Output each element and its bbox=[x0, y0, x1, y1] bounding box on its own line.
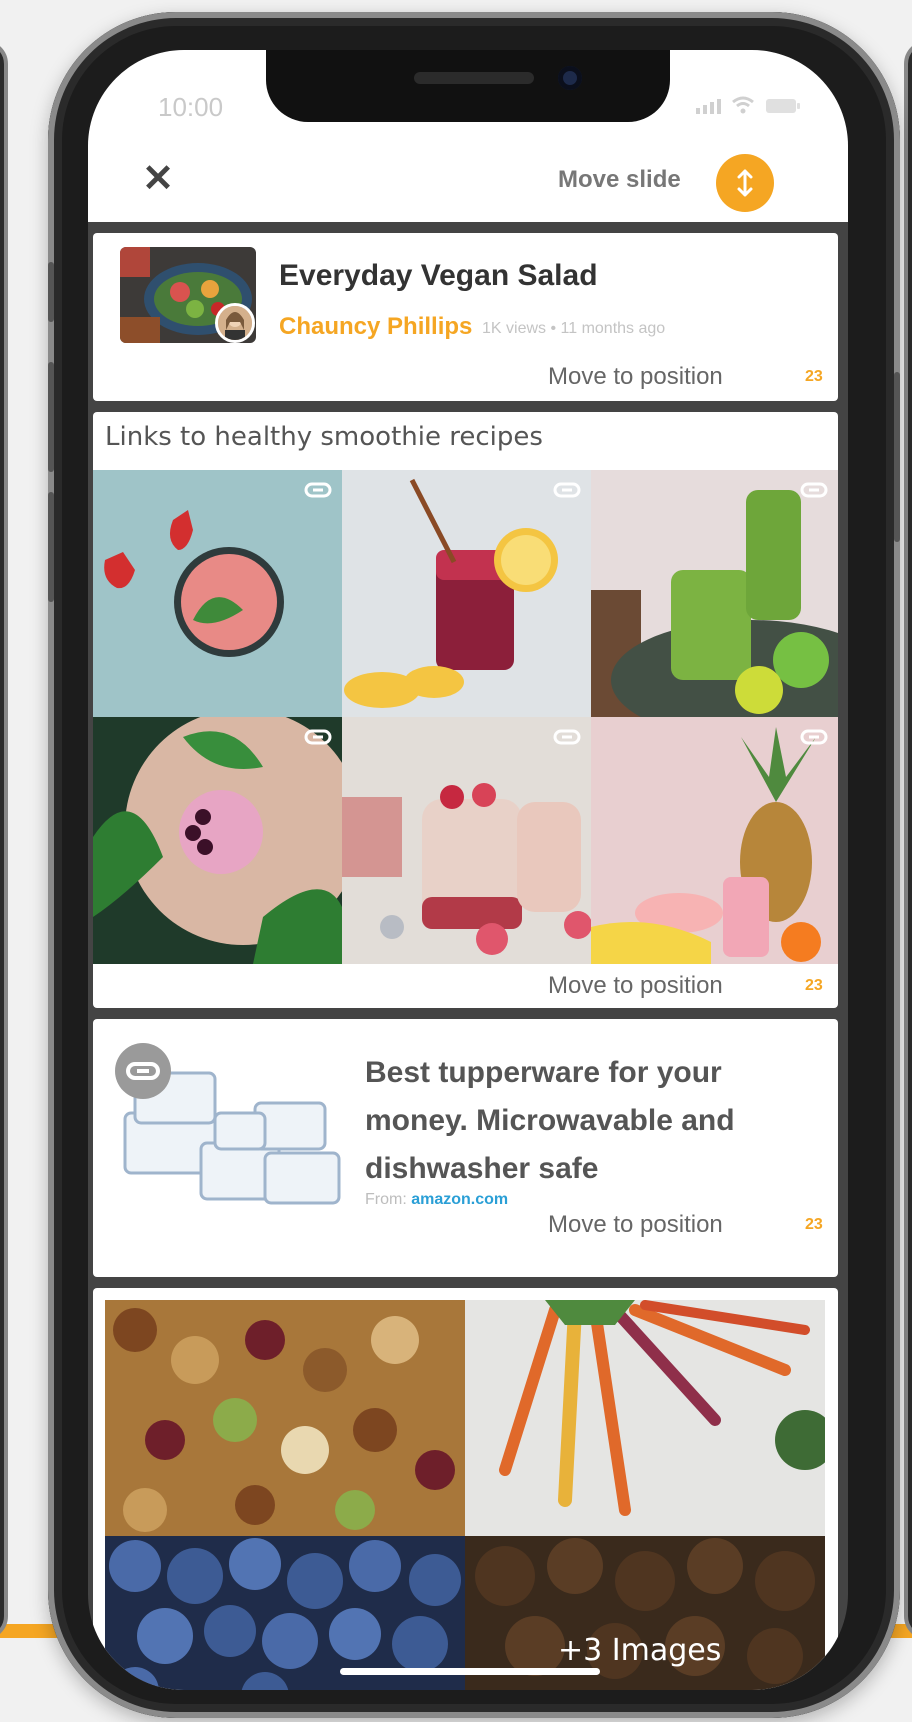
adjacent-phone-left bbox=[0, 40, 8, 1640]
link-source: From: amazon.com bbox=[365, 1191, 508, 1209]
move-slide-label[interactable]: Move slide bbox=[558, 166, 681, 194]
link-icon bbox=[800, 482, 828, 498]
smoothie-image-tile[interactable] bbox=[342, 717, 591, 964]
video-title[interactable]: Everyday Vegan Salad bbox=[279, 259, 598, 293]
nuts-image[interactable] bbox=[105, 1300, 465, 1536]
smoothie-image-tile[interactable] bbox=[93, 717, 342, 964]
signal-icon bbox=[696, 99, 721, 114]
link-icon bbox=[304, 482, 332, 498]
phone-power-button bbox=[894, 372, 900, 542]
link-icon bbox=[553, 482, 581, 498]
front-camera bbox=[558, 66, 582, 90]
position-number[interactable]: 23 bbox=[805, 977, 823, 995]
avatar bbox=[215, 303, 255, 343]
wifi-icon bbox=[732, 96, 754, 114]
close-icon: ✕ bbox=[142, 157, 174, 200]
vertical-move-icon bbox=[737, 169, 753, 197]
smoothie-image-tile[interactable] bbox=[342, 470, 591, 717]
more-images-label[interactable]: +3 Images bbox=[558, 1633, 721, 1668]
app-header: ✕ Move slide bbox=[88, 130, 848, 222]
move-to-position-label[interactable]: Move to position bbox=[548, 1211, 723, 1239]
smoothie-image-tile[interactable] bbox=[93, 470, 342, 717]
channel-name[interactable]: Chauncy Phillips bbox=[279, 313, 472, 341]
move-to-position-label[interactable]: Move to position bbox=[548, 363, 723, 391]
adjacent-phone-right bbox=[904, 40, 912, 1640]
phone-screen: 10:00 ✕ Move slide Everyday Vegan Salad … bbox=[88, 50, 848, 1690]
link-icon bbox=[304, 729, 332, 745]
carrots-image[interactable] bbox=[465, 1300, 825, 1536]
home-indicator[interactable] bbox=[340, 1668, 600, 1675]
status-time: 10:00 bbox=[158, 92, 224, 122]
link-card[interactable]: Best tupperware for your money. Microwav… bbox=[93, 1019, 838, 1277]
battery-icon bbox=[766, 99, 800, 113]
smoothie-image-grid bbox=[93, 470, 838, 964]
speaker bbox=[414, 72, 534, 84]
link-icon bbox=[553, 729, 581, 745]
move-slide-button[interactable] bbox=[716, 154, 774, 212]
gallery-card[interactable]: Links to healthy smoothie recipes Move t… bbox=[93, 412, 838, 1008]
position-number[interactable]: 23 bbox=[805, 368, 823, 386]
smoothie-image-tile[interactable] bbox=[591, 470, 838, 717]
link-source-prefix: From: bbox=[365, 1191, 412, 1208]
position-number[interactable]: 23 bbox=[805, 1216, 823, 1234]
image-collage-card[interactable] bbox=[93, 1288, 838, 1690]
image-collage bbox=[105, 1300, 825, 1690]
phone-mute-switch bbox=[48, 262, 54, 322]
move-to-position-label[interactable]: Move to position bbox=[548, 972, 723, 1000]
tupperware-thumbnail[interactable] bbox=[105, 1033, 345, 1223]
link-domain[interactable]: amazon.com bbox=[411, 1191, 508, 1208]
link-icon bbox=[115, 1043, 171, 1099]
blueberries-image[interactable] bbox=[105, 1536, 465, 1690]
video-card[interactable]: Everyday Vegan Salad Chauncy Phillips 1K… bbox=[93, 233, 838, 401]
close-button[interactable]: ✕ bbox=[128, 148, 188, 208]
phone-volume-up bbox=[48, 362, 54, 472]
link-icon bbox=[800, 729, 828, 745]
status-icons bbox=[696, 96, 801, 114]
smoothie-image-tile[interactable] bbox=[591, 717, 838, 964]
phone-volume-down bbox=[48, 492, 54, 602]
link-headline[interactable]: Best tupperware for your money. Microwav… bbox=[365, 1049, 805, 1193]
gallery-title: Links to healthy smoothie recipes bbox=[105, 422, 543, 452]
video-meta: 1K views • 11 months ago bbox=[482, 320, 666, 337]
notch bbox=[266, 50, 670, 122]
